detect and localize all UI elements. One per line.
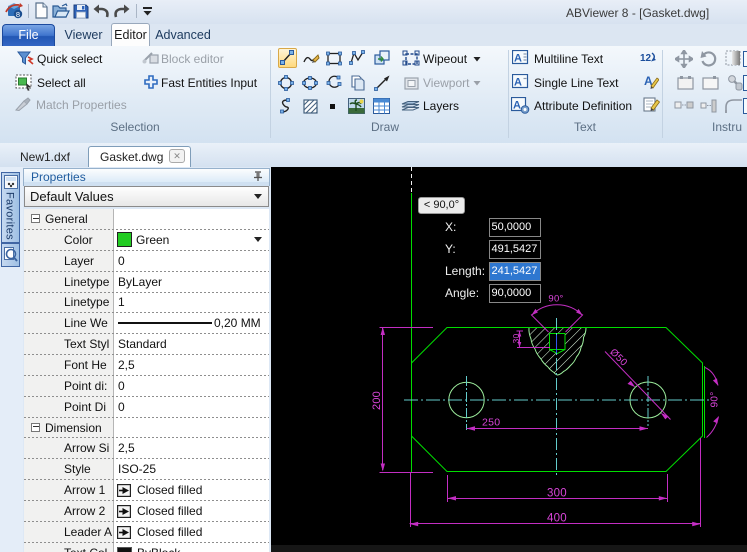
svg-text:200: 200 [371,391,383,410]
svg-text:300: 300 [547,488,567,500]
svg-text:250: 250 [482,417,500,429]
svg-text:A: A [513,100,521,112]
svg-text:A: A [514,53,522,65]
svg-text:8: 8 [16,10,20,19]
svg-text:A: A [514,77,522,89]
svg-text:90°: 90° [710,391,721,407]
svg-text:90°: 90° [548,294,563,305]
svg-text:400: 400 [547,513,567,525]
svg-text:30: 30 [511,334,521,344]
svg-text:Ø50: Ø50 [607,347,629,369]
svg-text:12: 12 [640,53,652,64]
